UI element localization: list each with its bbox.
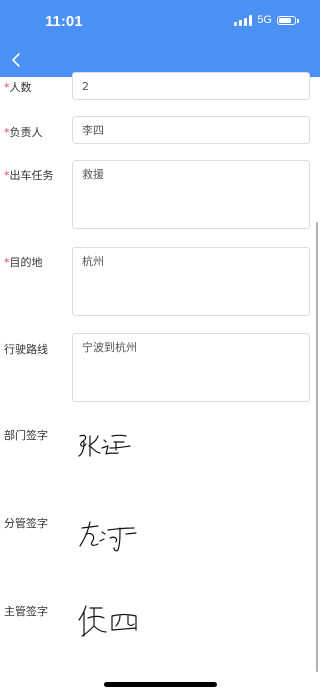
people-count-label-text: 人数 [9,81,32,94]
chevron-left-icon [12,53,20,67]
route-label: 行驶路线 [4,343,48,356]
destination-label-text: 目的地 [9,256,43,269]
network-type: 5G [257,14,272,26]
people-count-label: *人数 [4,79,32,95]
home-indicator[interactable] [104,682,217,687]
mission-label-text: 出车任务 [9,169,54,182]
supervisor-signature-image[interactable] [72,596,152,646]
status-time: 11:01 [45,13,83,30]
supervisor-signature-label: 主管签字 [4,605,48,618]
destination-textarea[interactable]: 杭州 [72,247,310,316]
back-button[interactable] [8,50,26,70]
branch-signature-image[interactable] [72,508,152,558]
person-in-charge-label: *负责人 [4,124,43,140]
mission-textarea[interactable]: 救援 [72,160,310,229]
route-textarea[interactable]: 宁波到杭州 [72,333,310,402]
header-bar: 11:01 5G [0,0,320,77]
destination-label: *目的地 [4,254,43,270]
status-indicators: 5G [234,14,299,26]
signal-icon [234,14,253,26]
mission-label: *出车任务 [4,167,54,183]
battery-icon [277,15,299,25]
branch-signature-label: 分管签字 [4,517,48,530]
dept-signature-image[interactable] [72,420,152,470]
scrollbar[interactable] [316,222,318,672]
dept-signature-label: 部门签字 [4,429,48,442]
person-in-charge-input[interactable]: 李四 [72,116,310,144]
people-count-input[interactable]: 2 [72,72,310,100]
person-in-charge-label-text: 负责人 [9,126,43,139]
